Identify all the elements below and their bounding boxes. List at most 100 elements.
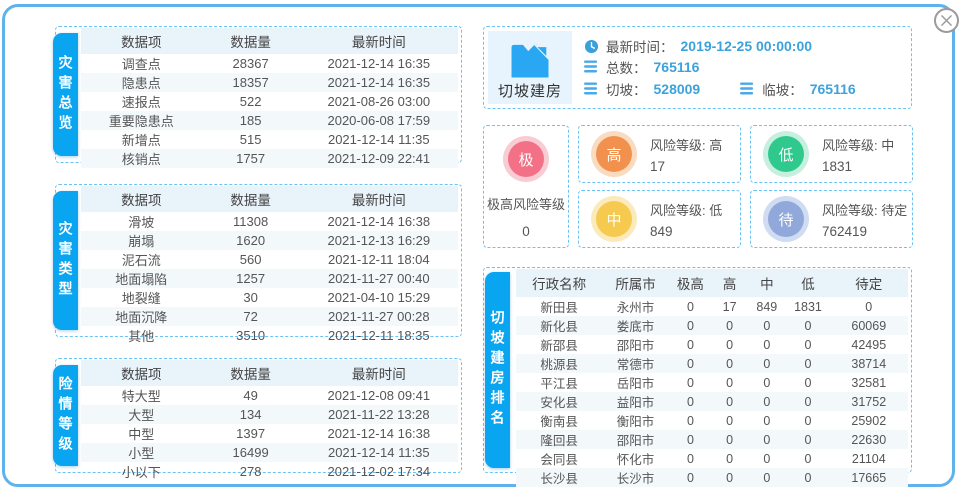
summary-title: 切坡建房 (498, 80, 562, 101)
column-header: 数据项 (81, 186, 202, 212)
close-button[interactable] (934, 8, 959, 33)
table-row: 泥石流5602021-12-11 18:04 (81, 250, 458, 269)
column-header: 最新时间 (300, 360, 458, 386)
column-header: 数据项 (81, 360, 202, 386)
table-cell: 0 (712, 468, 747, 487)
table-cell: 长沙市 (602, 468, 669, 487)
table-cell: 新邵县 (516, 335, 602, 354)
table-cell: 0 (712, 354, 747, 373)
table-cell: 长沙县 (516, 468, 602, 487)
table-cell: 崩塌 (81, 231, 202, 250)
column-header: 最新时间 (300, 28, 458, 54)
table-cell: 134 (202, 405, 300, 424)
table-cell: 2021-12-14 16:35 (300, 73, 458, 92)
card-risk-extreme: 极 极高风险等级 0 (483, 125, 569, 248)
table-row: 小以下2782021-12-02 17:34 (81, 462, 458, 481)
table-cell: 泥石流 (81, 250, 202, 269)
table-row: 衡南县衡阳市000025902 (516, 411, 908, 430)
column-header: 数据量 (202, 28, 300, 54)
risk-badge-low-glyph: 低 (768, 136, 804, 172)
table-cell: 16499 (202, 443, 300, 462)
tab-disaster-overview: 灾害总览 (53, 33, 78, 156)
table-cell: 邵阳市 (602, 430, 669, 449)
table-cell: 滑坡 (81, 212, 202, 231)
table-cell: 0 (669, 449, 712, 468)
card-risk-pending: 待 风险等级: 待定 762419 (750, 190, 913, 248)
table-cell: 30 (202, 288, 300, 307)
panel-disaster-overview: 灾害总览 数据项数据量最新时间 调查点283672021-12-14 16:35… (55, 26, 462, 163)
table-cell: 常德市 (602, 354, 669, 373)
table-header-row: 行政名称所属市极高高中低待定 (516, 269, 908, 297)
table-cell: 38714 (830, 354, 908, 373)
risk-label: 风险等级: 高 (650, 135, 722, 154)
table-cell: 0 (830, 297, 908, 316)
disaster-dashboard: 灾害总览 数据项数据量最新时间 调查点283672021-12-14 16:35… (0, 0, 967, 499)
disaster-overview-table-wrap: 数据项数据量最新时间 调查点283672021-12-14 16:35隐患点18… (81, 28, 458, 161)
table-cell: 2021-08-26 03:00 (300, 92, 458, 111)
table-row: 平江县岳阳市000032581 (516, 373, 908, 392)
table-cell: 调查点 (81, 54, 202, 73)
table-cell: 0 (669, 430, 712, 449)
table-cell: 0 (712, 411, 747, 430)
table-cell: 2021-12-09 22:41 (300, 149, 458, 168)
table-row: 新邵县邵阳市000042495 (516, 335, 908, 354)
column-header: 中 (747, 269, 786, 297)
table-cell: 21104 (830, 449, 908, 468)
near-slope-value: 765116 (810, 81, 856, 97)
risk-badge-ring: 待 (763, 196, 809, 242)
panel-cut-slope-ranking: 切坡建房排名 行政名称所属市极高高中低待定 新田县永州市01784918310新… (483, 267, 912, 473)
near-slope-label: 临坡： (762, 79, 803, 99)
table-cell: 隐患点 (81, 73, 202, 92)
table-cell: 0 (747, 468, 786, 487)
cut-slope-value: 528009 (654, 81, 701, 97)
table-cell: 特大型 (81, 386, 202, 405)
table-cell: 0 (747, 392, 786, 411)
table-cell: 2021-12-11 18:35 (300, 326, 458, 345)
table-cell: 11308 (202, 212, 300, 231)
table-row: 新田县永州市01784918310 (516, 297, 908, 316)
tab-danger-levels: 险情等级 (53, 365, 78, 466)
table-row: 隐患点183572021-12-14 16:35 (81, 73, 458, 92)
risk-value: 17 (650, 159, 722, 174)
table-cell: 185 (202, 111, 300, 130)
column-header: 行政名称 (516, 269, 602, 297)
table-cell: 平江县 (516, 373, 602, 392)
table-cell: 小以下 (81, 462, 202, 481)
table-cell: 地裂缝 (81, 288, 202, 307)
table-header-row: 数据项数据量最新时间 (81, 28, 458, 54)
table-cell: 0 (669, 411, 712, 430)
table-cell: 2021-12-14 16:38 (300, 424, 458, 443)
table-cell: 1397 (202, 424, 300, 443)
column-header: 最新时间 (300, 186, 458, 212)
table-cell: 2021-12-08 09:41 (300, 386, 458, 405)
table-cell: 2021-11-27 00:40 (300, 269, 458, 288)
close-icon (941, 15, 952, 26)
table-cell: 2021-12-13 16:29 (300, 231, 458, 250)
table-cell: 安化县 (516, 392, 602, 411)
table-header-row: 数据项数据量最新时间 (81, 186, 458, 212)
table-row: 滑坡113082021-12-14 16:38 (81, 212, 458, 231)
table-cell: 2021-11-27 00:28 (300, 307, 458, 326)
table-cell: 1831 (786, 297, 829, 316)
table-cell: 0 (669, 373, 712, 392)
table-cell: 中型 (81, 424, 202, 443)
risk-badge-high: 高 (596, 136, 632, 172)
table-cell: 0 (669, 297, 712, 316)
table-cell: 0 (712, 392, 747, 411)
risk-label: 极高风险等级 (487, 194, 565, 213)
table-cell: 32581 (830, 373, 908, 392)
table-header-row: 数据项数据量最新时间 (81, 360, 458, 386)
column-header: 极高 (669, 269, 712, 297)
table-cell: 地面沉降 (81, 307, 202, 326)
table-cell: 娄底市 (602, 316, 669, 335)
table-cell: 0 (712, 335, 747, 354)
table-cell: 小型 (81, 443, 202, 462)
risk-label: 风险等级: 待定 (822, 200, 907, 219)
table-row: 长沙县长沙市000017665 (516, 468, 908, 487)
table-row: 会同县怀化市000021104 (516, 449, 908, 468)
risk-value: 762419 (822, 224, 907, 239)
table-row: 崩塌16202021-12-13 16:29 (81, 231, 458, 250)
table-cell: 0 (747, 449, 786, 468)
table-cell: 0 (786, 335, 829, 354)
ranking-table-wrap: 行政名称所属市极高高中低待定 新田县永州市01784918310新化县娄底市00… (516, 269, 908, 471)
